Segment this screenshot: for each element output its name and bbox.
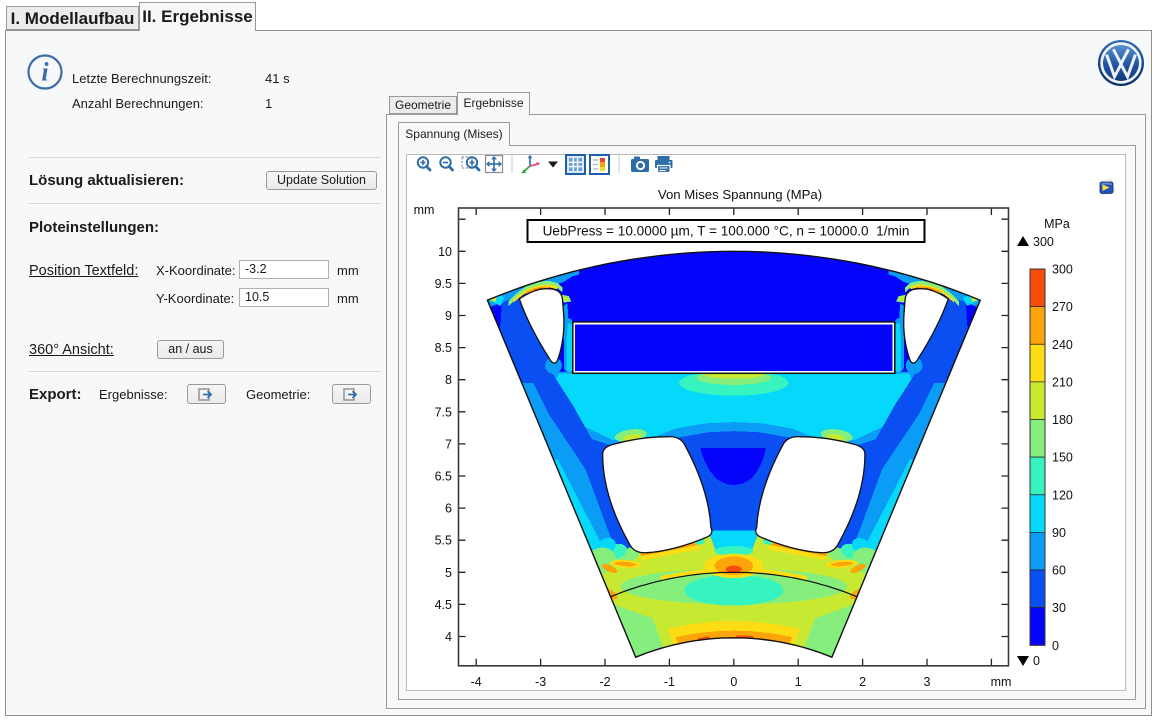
svg-text:-3: -3 (535, 675, 546, 689)
svg-text:180: 180 (1052, 413, 1073, 427)
svg-text:4: 4 (445, 630, 452, 644)
svg-text:3: 3 (924, 675, 931, 689)
svg-text:5: 5 (445, 566, 452, 580)
svg-text:90: 90 (1052, 526, 1066, 540)
svg-text:-1: -1 (664, 675, 675, 689)
svg-text:30: 30 (1052, 601, 1066, 615)
svg-text:270: 270 (1052, 300, 1073, 314)
svg-text:6: 6 (445, 502, 452, 516)
svg-text:Von Mises Spannung (MPa): Von Mises Spannung (MPa) (658, 187, 822, 202)
svg-text:210: 210 (1052, 375, 1073, 389)
svg-text:60: 60 (1052, 564, 1066, 578)
svg-text:-4: -4 (471, 675, 482, 689)
svg-text:7.5: 7.5 (435, 405, 452, 419)
svg-text:10: 10 (438, 245, 452, 259)
svg-text:mm: mm (414, 203, 435, 217)
svg-text:120: 120 (1052, 488, 1073, 502)
svg-text:2: 2 (859, 675, 866, 689)
svg-text:9.5: 9.5 (435, 277, 452, 291)
svg-text:1: 1 (795, 675, 802, 689)
svg-text:240: 240 (1052, 338, 1073, 352)
svg-text:-2: -2 (599, 675, 610, 689)
svg-text:mm: mm (991, 675, 1012, 689)
svg-text:300: 300 (1033, 235, 1054, 249)
svg-text:9: 9 (445, 309, 452, 323)
svg-text:150: 150 (1052, 451, 1073, 465)
svg-text:8: 8 (445, 373, 452, 387)
svg-text:UebPress = 10.0000 µm, T = 100: UebPress = 10.0000 µm, T = 100.000 °C, n… (543, 224, 910, 239)
svg-text:0: 0 (1052, 639, 1059, 653)
svg-text:5.5: 5.5 (435, 534, 452, 548)
svg-text:MPa: MPa (1044, 217, 1070, 231)
svg-text:0: 0 (730, 675, 737, 689)
svg-text:8.5: 8.5 (435, 341, 452, 355)
svg-text:4.5: 4.5 (435, 598, 452, 612)
svg-text:0: 0 (1033, 654, 1040, 668)
svg-text:i: i (41, 58, 49, 87)
svg-text:6.5: 6.5 (435, 470, 452, 484)
svg-text:7: 7 (445, 437, 452, 451)
svg-text:300: 300 (1052, 263, 1073, 277)
